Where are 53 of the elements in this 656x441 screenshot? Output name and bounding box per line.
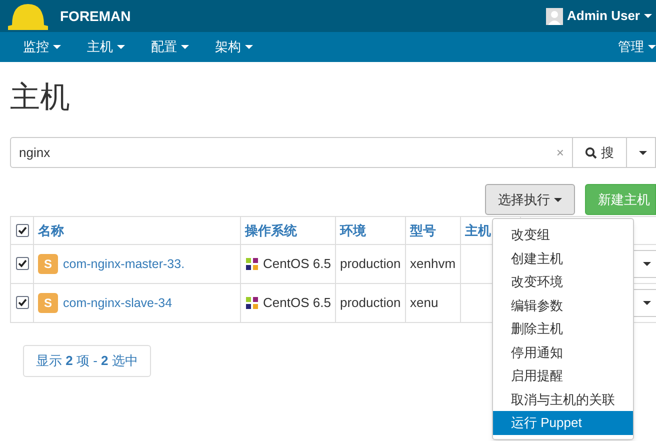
os-logo-icon [245,257,259,271]
os-logo-icon [245,296,259,310]
caret-icon [643,301,651,305]
search-icon [585,146,597,158]
menu-item[interactable]: 编辑参数 [493,294,633,317]
caret-icon [117,45,125,49]
column-header[interactable]: 型号 [406,216,460,244]
menu-item[interactable]: 创建主机 [493,246,633,270]
menu-item[interactable]: 停用通知 [493,340,633,364]
table-cell: production [336,244,406,284]
pagination-info: 显示 2 项 - 2 选中 [23,345,151,376]
host-link[interactable]: com-nginx-slave-34 [63,294,172,312]
menu-item[interactable]: 取消与主机的关联 [493,388,633,411]
caret-icon [554,198,562,202]
menu-item[interactable]: 改变环境 [493,270,633,294]
table-cell-text: CentOS 6.5 [263,255,331,274]
nav-item[interactable]: 监控 [23,37,61,57]
checkbox[interactable] [16,224,28,237]
bulk-action-button[interactable]: 选择执行 [485,184,575,215]
status-badge: S [38,254,58,274]
status-badge: S [38,293,58,313]
search-field[interactable]: nginx × [10,137,573,168]
caret-icon [648,45,656,49]
nav-item[interactable]: 管理 [618,37,656,57]
column-header[interactable]: 操作系统 [240,216,336,244]
nav-item[interactable]: 配置 [151,37,189,57]
checkbox[interactable] [16,257,28,270]
host-link[interactable]: com-nginx-master-33. [63,254,185,274]
checkbox[interactable] [16,296,28,310]
caret-icon [245,45,253,49]
nav-item[interactable]: 主机 [87,37,125,57]
table-cell: xenhvm [406,244,460,284]
caret-icon [53,45,61,49]
menu-item[interactable]: 删除主机 [493,317,633,340]
menu-item[interactable]: 运行 Puppet [493,411,633,434]
menu-item[interactable]: 启用提醒 [493,364,633,388]
caret-icon [639,150,647,154]
table-cell: production [336,284,406,322]
brand-name[interactable]: FOREMAN [60,6,131,26]
caret-icon [644,14,652,18]
caret-icon [643,262,651,266]
helmet-icon [8,1,48,31]
search-button[interactable]: 搜 [573,137,627,168]
avatar-icon [546,8,564,24]
nav-item[interactable]: 架构 [215,37,253,57]
clear-button[interactable]: × [556,142,564,162]
table-cell-text: CentOS 6.5 [263,294,331,312]
column-header[interactable]: 名称 [34,216,240,244]
page-title: 主机 [10,80,71,116]
user-menu[interactable]: Admin User [546,6,652,26]
column-header[interactable]: 环境 [336,216,406,244]
table-cell: xenu [406,284,460,322]
caret-icon [181,45,189,49]
